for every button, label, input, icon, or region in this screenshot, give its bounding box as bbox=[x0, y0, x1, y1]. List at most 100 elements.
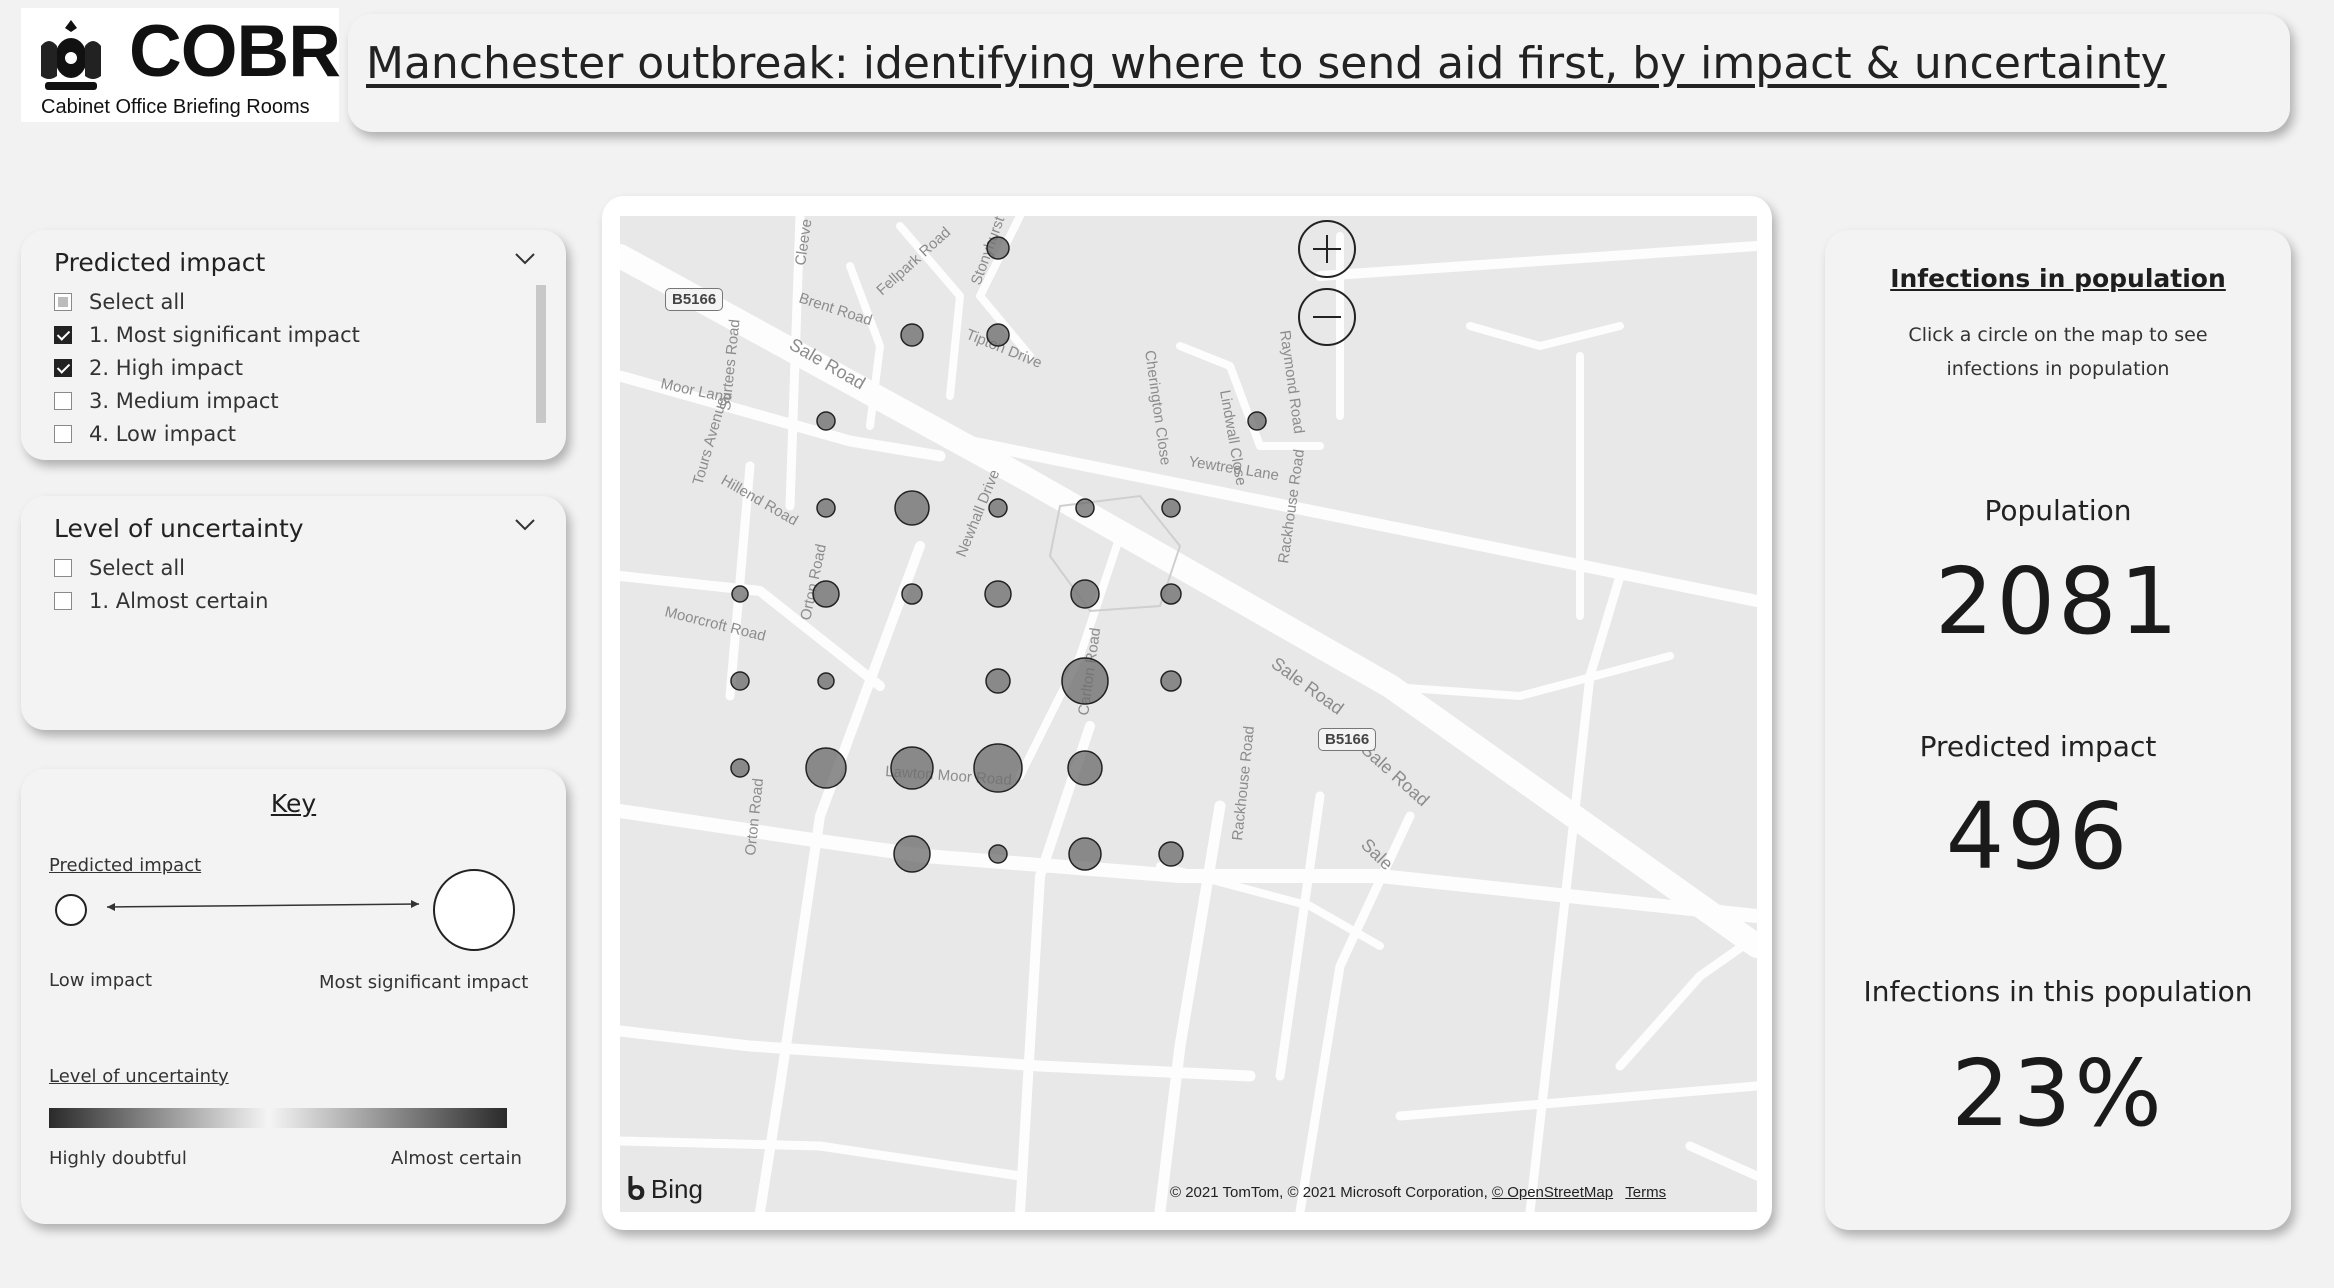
checkbox[interactable] bbox=[54, 326, 72, 344]
large-circle-icon bbox=[433, 869, 515, 951]
checkbox[interactable] bbox=[54, 392, 72, 410]
chevron-down-icon[interactable] bbox=[514, 518, 536, 532]
impact-bubble[interactable] bbox=[988, 498, 1008, 518]
impact-bubble[interactable] bbox=[985, 668, 1011, 694]
impact-bubble[interactable] bbox=[890, 746, 934, 790]
impact-bubble[interactable] bbox=[894, 490, 930, 526]
predicted-impact-slicer: Predicted impact Select all 1. Most sign… bbox=[21, 230, 566, 460]
street-label: Sale bbox=[1357, 834, 1397, 873]
impact-bubble[interactable] bbox=[1067, 750, 1103, 786]
street-label: Raymond Road bbox=[1276, 329, 1307, 435]
road-shield-b5166: B5166 bbox=[1318, 728, 1377, 751]
openstreetmap-link[interactable]: © OpenStreetMap bbox=[1492, 1184, 1613, 1201]
impact-bubble[interactable] bbox=[730, 758, 750, 778]
slicer-header: Level of uncertainty bbox=[54, 514, 304, 543]
bing-label: Bing bbox=[650, 1174, 703, 1204]
impact-bubble[interactable] bbox=[812, 580, 840, 608]
impact-bubble[interactable] bbox=[988, 844, 1008, 864]
royal-crest-icon bbox=[41, 20, 101, 90]
key-uncertainty-gradient bbox=[49, 1108, 507, 1128]
checkbox[interactable] bbox=[54, 559, 72, 577]
impact-bubble[interactable] bbox=[730, 671, 750, 691]
infections-rate-value: 23% bbox=[1951, 1040, 2165, 1147]
checkbox[interactable] bbox=[54, 293, 72, 311]
impact-bubble[interactable] bbox=[986, 323, 1010, 347]
small-circle-icon bbox=[55, 894, 87, 926]
page-title: Manchester outbreak: identifying where t… bbox=[366, 38, 2167, 89]
slicer-header: Predicted impact bbox=[54, 248, 266, 277]
logo-wordmark: COBR bbox=[129, 11, 341, 92]
bing-icon: ᑲ bbox=[626, 1173, 645, 1206]
street-label: Orton Road bbox=[742, 778, 767, 857]
street-label: Fellpark Road bbox=[873, 224, 954, 299]
impact-bubble[interactable] bbox=[731, 585, 749, 603]
impact-bubble[interactable] bbox=[986, 236, 1010, 260]
checkbox[interactable] bbox=[54, 359, 72, 377]
slicer-option-high[interactable]: 2. High impact bbox=[54, 354, 243, 382]
checkbox[interactable] bbox=[54, 592, 72, 610]
impact-bubble[interactable] bbox=[1160, 583, 1182, 605]
option-label: 4. Low impact bbox=[89, 422, 237, 446]
impact-bubble[interactable] bbox=[1158, 841, 1184, 867]
impact-bubble[interactable] bbox=[816, 411, 836, 431]
impact-bubble[interactable] bbox=[805, 747, 847, 789]
slicer-option-almost-certain[interactable]: 1. Almost certain bbox=[54, 587, 268, 615]
impact-bubble[interactable] bbox=[1075, 498, 1095, 518]
impact-bubble[interactable] bbox=[816, 498, 836, 518]
infections-title: Infections in population bbox=[1890, 264, 2226, 293]
impact-bubble[interactable] bbox=[1070, 579, 1100, 609]
option-label: 1. Most significant impact bbox=[89, 323, 360, 347]
map-streets: Brent Road Fellpark Road Sale Road Moor … bbox=[620, 216, 1757, 1212]
impact-bubble[interactable] bbox=[1161, 498, 1181, 518]
option-label: 1. Almost certain bbox=[89, 589, 269, 613]
option-label: 3. Medium impact bbox=[89, 389, 279, 413]
impact-bubble[interactable] bbox=[1068, 837, 1102, 871]
impact-bubble[interactable] bbox=[984, 580, 1012, 608]
slicer-option-low[interactable]: 4. Low impact bbox=[54, 420, 236, 448]
impact-bubble[interactable] bbox=[900, 323, 924, 347]
street-label: Moorcroft Road bbox=[663, 603, 767, 645]
impact-bubble[interactable] bbox=[1160, 670, 1182, 692]
street-label: Rackhouse Road bbox=[1229, 725, 1258, 841]
attribution-text: © 2021 TomTom, © 2021 Microsoft Corporat… bbox=[1170, 1184, 1488, 1201]
slicer-option-select-all[interactable]: Select all bbox=[54, 288, 185, 316]
zoom-in-button[interactable] bbox=[1298, 220, 1356, 278]
map-card: Brent Road Fellpark Road Sale Road Moor … bbox=[602, 196, 1772, 1230]
population-value: 2081 bbox=[1934, 548, 2182, 655]
street-label: Cherington Close bbox=[1141, 349, 1174, 466]
impact-bubble[interactable] bbox=[1247, 411, 1267, 431]
key-impact-high-label: Most significant impact bbox=[319, 972, 529, 993]
key-uncertainty-heading: Level of uncertainty bbox=[49, 1066, 229, 1087]
title-card: Manchester outbreak: identifying where t… bbox=[348, 14, 2290, 132]
slicer-option-select-all[interactable]: Select all bbox=[54, 554, 185, 582]
key-impact-low-label: Low impact bbox=[49, 970, 153, 991]
key-uncertainty-low-label: Highly doubtful bbox=[49, 1148, 187, 1169]
infections-rate-label: Infections in this population bbox=[1863, 975, 2253, 1008]
cobr-logo: COBR Cabinet Office Briefing Rooms bbox=[21, 8, 341, 122]
uncertainty-slicer: Level of uncertainty Select all 1. Almos… bbox=[21, 496, 566, 730]
predicted-impact-label: Predicted impact bbox=[1919, 730, 2157, 763]
option-label: 2. High impact bbox=[89, 356, 243, 380]
checkbox[interactable] bbox=[54, 425, 72, 443]
impact-bubble[interactable] bbox=[817, 672, 835, 690]
terms-link[interactable]: Terms bbox=[1625, 1184, 1666, 1201]
slicer-option-most-significant[interactable]: 1. Most significant impact bbox=[54, 321, 360, 349]
chevron-down-icon[interactable] bbox=[514, 252, 536, 266]
population-label: Population bbox=[1984, 494, 2132, 527]
impact-bubble[interactable] bbox=[973, 743, 1023, 793]
bing-logo: ᑲ Bing bbox=[626, 1172, 703, 1207]
impact-bubble[interactable] bbox=[1061, 657, 1109, 705]
infections-description: Click a circle on the map to see infecti… bbox=[1908, 324, 2208, 380]
zoom-out-button[interactable] bbox=[1298, 288, 1356, 346]
logo-subtitle: Cabinet Office Briefing Rooms bbox=[41, 96, 310, 118]
impact-bubble[interactable] bbox=[893, 835, 931, 873]
slicer-option-medium[interactable]: 3. Medium impact bbox=[54, 387, 279, 415]
impact-bubble[interactable] bbox=[901, 583, 923, 605]
map-canvas[interactable]: Brent Road Fellpark Road Sale Road Moor … bbox=[620, 216, 1757, 1212]
option-label: Select all bbox=[89, 290, 185, 314]
predicted-impact-value: 496 bbox=[1945, 783, 2131, 890]
key-uncertainty-high-label: Almost certain bbox=[391, 1148, 522, 1169]
key-card: Key Predicted impact Low impact Most sig… bbox=[21, 769, 566, 1224]
option-label: Select all bbox=[89, 556, 185, 580]
slicer-scrollbar[interactable] bbox=[536, 285, 546, 423]
